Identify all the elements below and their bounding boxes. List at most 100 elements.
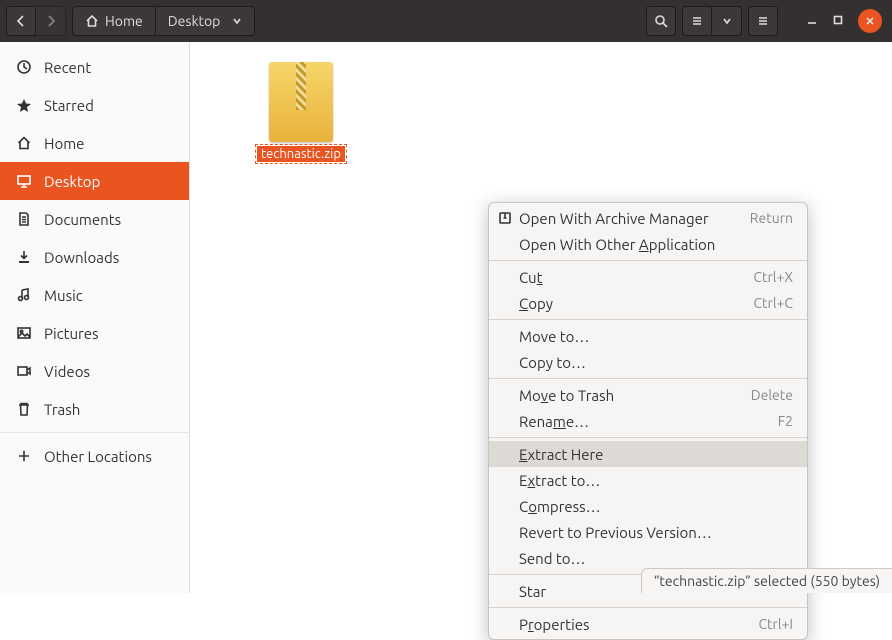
context-menu-item-label: Extract Here xyxy=(519,446,603,463)
context-menu-separator xyxy=(489,319,807,320)
context-menu-item-label: Revert to Previous Version… xyxy=(519,524,712,541)
list-icon xyxy=(690,14,704,28)
sidebar-item-other-locations[interactable]: Other Locations xyxy=(0,437,189,475)
context-menu-item-label: Open With Archive Manager xyxy=(519,210,709,227)
sidebar-item-label: Recent xyxy=(44,59,91,76)
context-menu-item[interactable]: PropertiesCtrl+I xyxy=(489,611,807,637)
sidebar-separator xyxy=(0,432,189,433)
hamburger-menu-button[interactable] xyxy=(748,6,778,36)
file-grid: technastic.zip xyxy=(190,42,892,162)
context-menu-separator xyxy=(489,437,807,438)
crumb-label: Home xyxy=(105,13,143,29)
context-menu-item[interactable]: Move to… xyxy=(489,323,807,349)
context-menu-separator xyxy=(489,260,807,261)
content-area[interactable]: technastic.zip Open With Archive Manager… xyxy=(190,42,892,593)
context-menu-item-label: Rename… xyxy=(519,413,589,430)
chevron-right-icon xyxy=(44,14,58,28)
sidebar-item-trash[interactable]: Trash xyxy=(0,390,189,428)
sidebar-item-label: Music xyxy=(44,287,83,304)
context-menu-item-accel: F2 xyxy=(778,413,793,429)
clock-icon xyxy=(16,59,32,75)
context-menu-item-label: Move to Trash xyxy=(519,387,614,404)
desktop-icon xyxy=(16,173,32,189)
sidebar-item-label: Desktop xyxy=(44,173,100,190)
context-menu-item-label: Extract to… xyxy=(519,472,600,489)
file-label: technastic.zip xyxy=(257,146,345,162)
chevron-down-icon xyxy=(232,16,242,26)
crumb-label: Desktop xyxy=(168,13,221,29)
sidebar-item-starred[interactable]: Starred xyxy=(0,86,189,124)
sidebar-item-label: Starred xyxy=(44,97,94,114)
sidebar-item-label: Downloads xyxy=(44,249,119,266)
sidebar-item-home[interactable]: Home xyxy=(0,124,189,162)
context-menu-item[interactable]: Compress… xyxy=(489,493,807,519)
sidebar-item-documents[interactable]: Documents xyxy=(0,200,189,238)
sidebar-item-label: Videos xyxy=(44,363,90,380)
nav-buttons xyxy=(6,6,66,36)
back-button[interactable] xyxy=(6,6,36,36)
sidebar-item-label: Documents xyxy=(44,211,121,228)
context-menu-item-label: Cut xyxy=(519,269,543,286)
sidebar-item-desktop[interactable]: Desktop xyxy=(0,162,189,200)
crumb-desktop[interactable]: Desktop xyxy=(156,7,255,35)
minimize-button[interactable] xyxy=(802,9,822,33)
context-menu-item-accel: Ctrl+C xyxy=(753,295,793,311)
sidebar-item-recent[interactable]: Recent xyxy=(0,48,189,86)
context-menu-item[interactable]: Open With Archive Manager Return xyxy=(489,205,807,231)
status-bar: “technastic.zip” selected (550 bytes) xyxy=(641,568,892,593)
context-menu-item[interactable]: CutCtrl+X xyxy=(489,264,807,290)
context-menu-item-label: Copy xyxy=(519,295,553,312)
picture-icon xyxy=(16,325,32,341)
list-view-button[interactable] xyxy=(682,6,712,36)
context-menu-item-label: Copy to… xyxy=(519,354,586,371)
chevron-left-icon xyxy=(14,14,28,28)
crumb-home[interactable]: Home xyxy=(73,7,156,35)
context-menu-item-label: Properties xyxy=(519,616,590,633)
zip-icon xyxy=(269,62,333,142)
context-menu-item-accel: Delete xyxy=(751,387,793,403)
hamburger-icon xyxy=(756,14,770,28)
context-menu-item-label: Move to… xyxy=(519,328,589,345)
sidebar-item-label: Pictures xyxy=(44,325,99,342)
trash-icon xyxy=(16,401,32,417)
forward-button[interactable] xyxy=(36,6,66,36)
close-button[interactable] xyxy=(858,9,882,33)
home-icon xyxy=(85,14,99,28)
context-menu-item[interactable]: Open With Other Application xyxy=(489,231,807,257)
sidebar-item-music[interactable]: Music xyxy=(0,276,189,314)
context-menu-item-label: Send to… xyxy=(519,550,585,567)
body: Recent Starred Home Desktop Documents Downloa… xyxy=(0,42,892,593)
context-menu-item[interactable]: Extract to… xyxy=(489,467,807,493)
plus-icon xyxy=(16,448,32,464)
minimize-icon xyxy=(806,14,818,26)
context-menu-item-accel: Return xyxy=(750,210,793,226)
context-menu-item[interactable]: Copy to… xyxy=(489,349,807,375)
sidebar: Recent Starred Home Desktop Documents Downloa… xyxy=(0,42,190,593)
context-menu-item-label: Compress… xyxy=(519,498,601,515)
archive-icon xyxy=(497,210,513,226)
sidebar-item-videos[interactable]: Videos xyxy=(0,352,189,390)
file-item[interactable]: technastic.zip xyxy=(256,62,346,162)
maximize-icon xyxy=(832,14,844,26)
header-bar: Home Desktop xyxy=(0,0,892,42)
context-menu-item-label: Open With Other Application xyxy=(519,236,715,253)
context-menu-item[interactable]: Revert to Previous Version… xyxy=(489,519,807,545)
maximize-button[interactable] xyxy=(828,9,848,33)
context-menu-item[interactable]: Extract Here xyxy=(489,441,807,467)
sidebar-item-pictures[interactable]: Pictures xyxy=(0,314,189,352)
star-icon xyxy=(16,97,32,113)
breadcrumb: Home Desktop xyxy=(72,6,255,36)
context-menu-item[interactable]: Move to Trash Delete xyxy=(489,382,807,408)
home-icon xyxy=(16,135,32,151)
sidebar-item-label: Home xyxy=(44,135,84,152)
sidebar-item-downloads[interactable]: Downloads xyxy=(0,238,189,276)
context-menu-item[interactable]: Copy Ctrl+C xyxy=(489,290,807,316)
view-options-button[interactable] xyxy=(712,6,742,36)
sidebar-item-label: Other Locations xyxy=(44,448,152,465)
view-buttons xyxy=(682,6,742,36)
search-button[interactable] xyxy=(646,6,676,36)
document-icon xyxy=(16,211,32,227)
context-menu-item[interactable]: Rename… F2 xyxy=(489,408,807,434)
video-icon xyxy=(16,363,32,379)
chevron-down-icon xyxy=(722,16,732,26)
